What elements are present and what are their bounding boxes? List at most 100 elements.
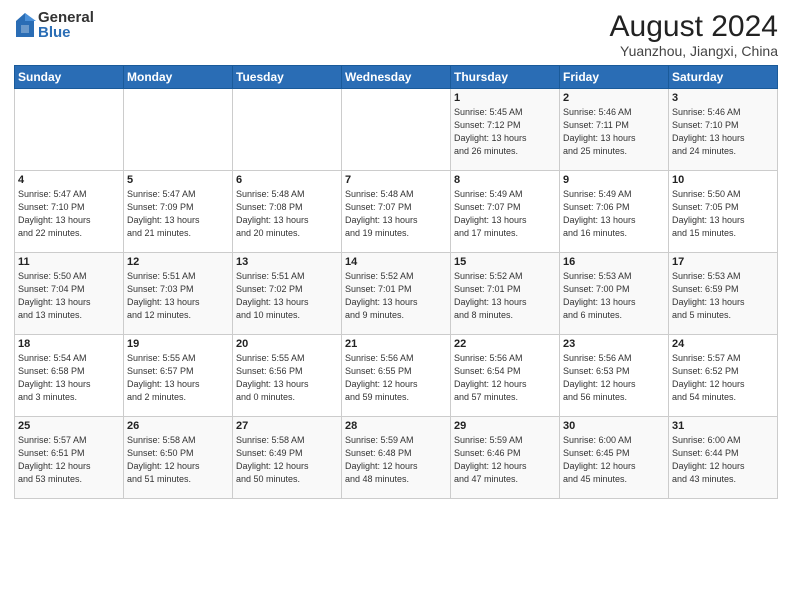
logo: General Blue [14,10,94,40]
day-info: Sunrise: 5:51 AM Sunset: 7:03 PM Dayligh… [127,270,229,322]
calendar-cell: 12 Sunrise: 5:51 AM Sunset: 7:03 PM Dayli… [124,253,233,335]
day-number: 17 [672,256,774,268]
header-row: Sunday Monday Tuesday Wednesday Thursday… [15,66,778,89]
calendar-cell: 4Sunrise: 5:47 AM Sunset: 7:10 PM Daylig… [15,171,124,253]
day-info: Sunrise: 5:58 AM Sunset: 6:49 PM Dayligh… [236,434,338,486]
subtitle: Yuanzhou, Jiangxi, China [610,43,778,59]
calendar-cell: 6 Sunrise: 5:48 AM Sunset: 7:08 PM Daylig… [233,171,342,253]
calendar-body: 1 Sunrise: 5:45 AM Sunset: 7:12 PM Daylig… [15,89,778,499]
col-saturday: Saturday [669,66,778,89]
day-info: Sunrise: 5:59 AM Sunset: 6:46 PM Dayligh… [454,434,556,486]
calendar-cell: 29 Sunrise: 5:59 AM Sunset: 6:46 PM Dayli… [451,417,560,499]
calendar-cell: 27 Sunrise: 5:58 AM Sunset: 6:49 PM Dayli… [233,417,342,499]
day-number: 1 [454,92,556,104]
day-number: 12 [127,256,229,268]
calendar-cell: 18 Sunrise: 5:54 AM Sunset: 6:58 PM Dayli… [15,335,124,417]
week-row-0: 1 Sunrise: 5:45 AM Sunset: 7:12 PM Daylig… [15,89,778,171]
calendar-cell: 14 Sunrise: 5:52 AM Sunset: 7:01 PM Dayli… [342,253,451,335]
day-info: Sunrise: 5:48 AM Sunset: 7:07 PM Dayligh… [345,188,447,240]
calendar-cell [124,89,233,171]
calendar-cell [15,89,124,171]
day-number: 27 [236,420,338,432]
day-info: Sunrise: 5:56 AM Sunset: 6:53 PM Dayligh… [563,352,665,404]
day-info: Sunrise: 5:50 AM Sunset: 7:05 PM Dayligh… [672,188,774,240]
day-number: 8 [454,174,556,186]
day-number: 22 [454,338,556,350]
day-number: 11 [18,256,120,268]
calendar-cell: 31 Sunrise: 6:00 AM Sunset: 6:44 PM Dayli… [669,417,778,499]
calendar-cell: 28Sunrise: 5:59 AM Sunset: 6:48 PM Dayli… [342,417,451,499]
day-number: 13 [236,256,338,268]
calendar-cell: 24Sunrise: 5:57 AM Sunset: 6:52 PM Dayli… [669,335,778,417]
col-wednesday: Wednesday [342,66,451,89]
calendar-cell: 20Sunrise: 5:55 AM Sunset: 6:56 PM Dayli… [233,335,342,417]
calendar-cell: 7Sunrise: 5:48 AM Sunset: 7:07 PM Daylig… [342,171,451,253]
calendar-cell: 17 Sunrise: 5:53 AM Sunset: 6:59 PM Dayli… [669,253,778,335]
day-number: 18 [18,338,120,350]
header: General Blue August 2024 Yuanzhou, Jiang… [14,10,778,59]
day-info: Sunrise: 5:48 AM Sunset: 7:08 PM Dayligh… [236,188,338,240]
calendar-cell: 11 Sunrise: 5:50 AM Sunset: 7:04 PM Dayli… [15,253,124,335]
calendar-cell: 26 Sunrise: 5:58 AM Sunset: 6:50 PM Dayli… [124,417,233,499]
col-thursday: Thursday [451,66,560,89]
day-number: 15 [454,256,556,268]
day-number: 20 [236,338,338,350]
day-info: Sunrise: 6:00 AM Sunset: 6:44 PM Dayligh… [672,434,774,486]
day-info: Sunrise: 5:50 AM Sunset: 7:04 PM Dayligh… [18,270,120,322]
logo-text: General Blue [38,10,94,40]
day-info: Sunrise: 5:49 AM Sunset: 7:07 PM Dayligh… [454,188,556,240]
day-info: Sunrise: 5:58 AM Sunset: 6:50 PM Dayligh… [127,434,229,486]
logo-blue: Blue [38,25,94,40]
day-info: Sunrise: 5:45 AM Sunset: 7:12 PM Dayligh… [454,106,556,158]
title-block: August 2024 Yuanzhou, Jiangxi, China [610,10,778,59]
col-monday: Monday [124,66,233,89]
col-sunday: Sunday [15,66,124,89]
day-number: 30 [563,420,665,432]
day-info: Sunrise: 5:46 AM Sunset: 7:10 PM Dayligh… [672,106,774,158]
day-number: 16 [563,256,665,268]
main-title: August 2024 [610,10,778,43]
day-number: 9 [563,174,665,186]
week-row-2: 11 Sunrise: 5:50 AM Sunset: 7:04 PM Dayli… [15,253,778,335]
calendar-cell: 9Sunrise: 5:49 AM Sunset: 7:06 PM Daylig… [560,171,669,253]
week-row-3: 18 Sunrise: 5:54 AM Sunset: 6:58 PM Dayli… [15,335,778,417]
day-info: Sunrise: 5:57 AM Sunset: 6:51 PM Dayligh… [18,434,120,486]
calendar-cell: 8 Sunrise: 5:49 AM Sunset: 7:07 PM Daylig… [451,171,560,253]
day-number: 6 [236,174,338,186]
day-number: 31 [672,420,774,432]
day-info: Sunrise: 6:00 AM Sunset: 6:45 PM Dayligh… [563,434,665,486]
calendar-cell: 23 Sunrise: 5:56 AM Sunset: 6:53 PM Dayli… [560,335,669,417]
calendar-cell: 3Sunrise: 5:46 AM Sunset: 7:10 PM Daylig… [669,89,778,171]
day-number: 29 [454,420,556,432]
calendar-cell: 10Sunrise: 5:50 AM Sunset: 7:05 PM Dayli… [669,171,778,253]
col-friday: Friday [560,66,669,89]
calendar: Sunday Monday Tuesday Wednesday Thursday… [14,65,778,499]
day-info: Sunrise: 5:56 AM Sunset: 6:55 PM Dayligh… [345,352,447,404]
day-number: 14 [345,256,447,268]
calendar-cell: 16Sunrise: 5:53 AM Sunset: 7:00 PM Dayli… [560,253,669,335]
page: General Blue August 2024 Yuanzhou, Jiang… [0,0,792,612]
logo-icon [14,11,36,39]
day-number: 4 [18,174,120,186]
calendar-cell [233,89,342,171]
calendar-cell: 15 Sunrise: 5:52 AM Sunset: 7:01 PM Dayli… [451,253,560,335]
col-tuesday: Tuesday [233,66,342,89]
day-info: Sunrise: 5:52 AM Sunset: 7:01 PM Dayligh… [345,270,447,322]
day-info: Sunrise: 5:55 AM Sunset: 6:57 PM Dayligh… [127,352,229,404]
calendar-cell: 30 Sunrise: 6:00 AM Sunset: 6:45 PM Dayli… [560,417,669,499]
day-info: Sunrise: 5:47 AM Sunset: 7:09 PM Dayligh… [127,188,229,240]
calendar-cell: 21Sunrise: 5:56 AM Sunset: 6:55 PM Dayli… [342,335,451,417]
day-info: Sunrise: 5:53 AM Sunset: 6:59 PM Dayligh… [672,270,774,322]
day-number: 19 [127,338,229,350]
day-number: 26 [127,420,229,432]
day-number: 2 [563,92,665,104]
day-info: Sunrise: 5:54 AM Sunset: 6:58 PM Dayligh… [18,352,120,404]
calendar-cell [342,89,451,171]
calendar-cell: 25Sunrise: 5:57 AM Sunset: 6:51 PM Dayli… [15,417,124,499]
calendar-cell: 13Sunrise: 5:51 AM Sunset: 7:02 PM Dayli… [233,253,342,335]
day-info: Sunrise: 5:46 AM Sunset: 7:11 PM Dayligh… [563,106,665,158]
calendar-cell: 22Sunrise: 5:56 AM Sunset: 6:54 PM Dayli… [451,335,560,417]
day-number: 23 [563,338,665,350]
day-info: Sunrise: 5:52 AM Sunset: 7:01 PM Dayligh… [454,270,556,322]
calendar-cell: 2 Sunrise: 5:46 AM Sunset: 7:11 PM Daylig… [560,89,669,171]
